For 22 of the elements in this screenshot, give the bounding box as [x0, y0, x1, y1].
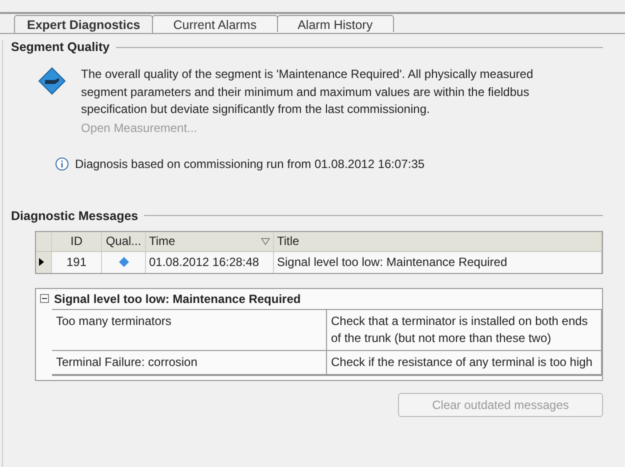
column-header[interactable]: Title [274, 232, 602, 250]
tab[interactable]: Expert Diagnostics [14, 15, 154, 33]
collapse-icon[interactable] [40, 294, 49, 303]
table-cell: 01.08.2012 16:28:48 [146, 252, 274, 272]
table-cell: Too many terminators [52, 310, 327, 350]
section-heading: Diagnostic Messages [11, 208, 138, 222]
column-header[interactable]: ID [52, 232, 102, 250]
tab[interactable]: Current Alarms [152, 15, 278, 32]
section-heading: Segment Quality [11, 40, 110, 54]
table-cell: 191 [52, 252, 102, 272]
table-cell: Check if the resistance of any terminal is too high [327, 350, 602, 374]
table-cell: Check that a terminator is installed on both ends of the trunk (but not more than these two) [327, 310, 602, 350]
diagnosis-note: Diagnosis based on commissioning run from 01.08.2012 16:07:35 [75, 156, 425, 170]
table-cell: Signal level too low: Maintenance Required [274, 252, 602, 272]
column-header[interactable]: Time [146, 232, 274, 250]
diamond-icon [118, 257, 128, 267]
column-header[interactable]: Qual... [102, 232, 146, 250]
table-cell: Terminal Failure: corrosion [52, 350, 327, 374]
info-icon [55, 156, 69, 170]
tab[interactable]: Alarm History [276, 15, 394, 32]
detail-title: Signal level too low: Maintenance Required [54, 292, 301, 306]
quality-message: The overall quality of the segment is 'Maintenance Required'. All physically measured segment parameters and their minimum and maximum values are within the fieldbus specification but deviate significantly from the last commissioning. [81, 66, 534, 118]
